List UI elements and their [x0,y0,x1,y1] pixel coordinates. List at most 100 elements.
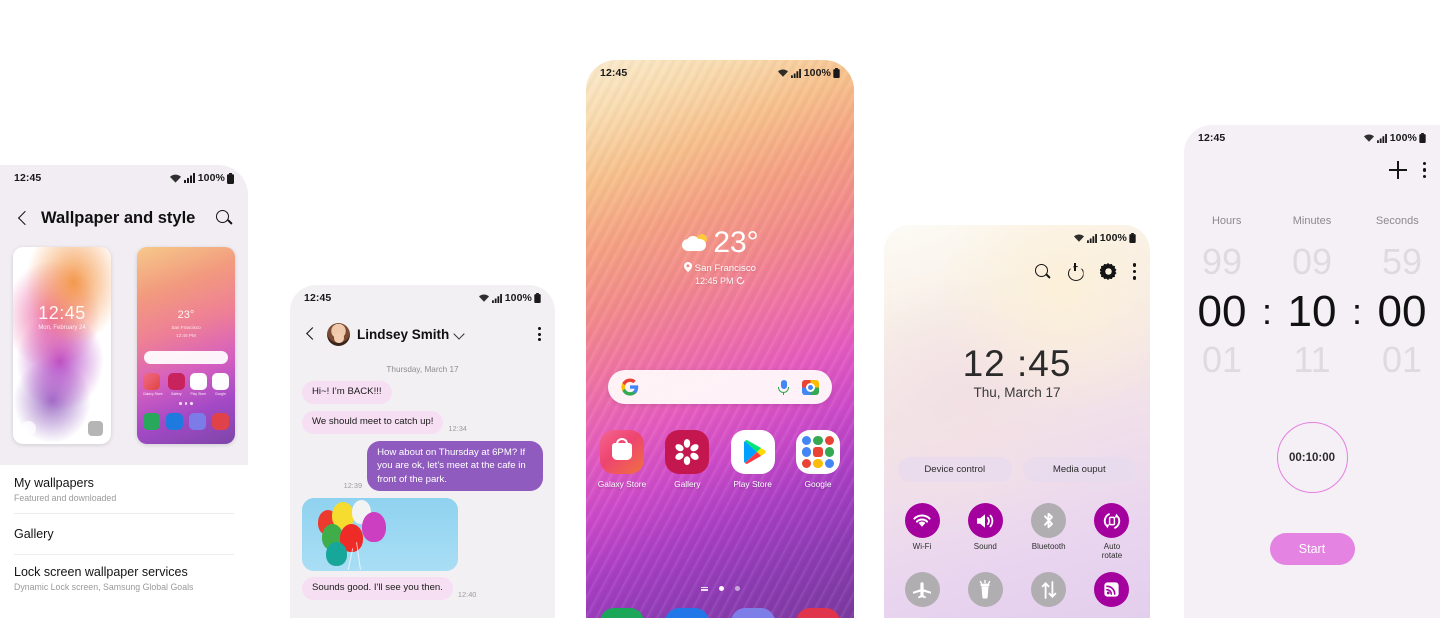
message-bubble-incoming[interactable]: Sounds good. I'll see you then. [302,577,453,601]
app-internet[interactable] [725,608,781,618]
media-output-button[interactable]: Media ouput [1022,457,1136,482]
wheel-prev-seconds: 59 [1381,241,1423,282]
timer-dial-wrapper: 00:10:00 [1184,422,1440,493]
kebab-menu-icon[interactable] [1132,263,1136,280]
toggle-sound[interactable]: Sound [957,503,1013,560]
app-phone[interactable] [594,608,650,618]
app-label: Play Store [733,479,772,489]
toggle-flashlight[interactable] [957,572,1013,607]
app-galaxy-store[interactable]: Galaxy Store [594,430,650,489]
internet-icon [730,608,775,618]
message-timestamp: 12:34 [448,423,467,433]
search-icon[interactable] [1034,263,1051,280]
status-bar: 100% [884,225,1150,251]
weather-location: San Francisco [586,262,854,274]
bluetooth-icon [1031,503,1067,538]
preview-page-dots [137,402,235,405]
back-chevron-icon[interactable] [303,326,319,342]
list-item-subtitle: Dynamic Lock screen, Samsung Global Goal… [14,582,194,592]
timer-wheel-next-row: 01 11 01 [1184,339,1440,381]
status-icons: 100% [1073,232,1136,244]
chevron-down-icon[interactable] [454,329,465,340]
power-icon[interactable] [1067,263,1084,280]
message-bubble-incoming[interactable]: Hi~! I’m BACK!!! [302,381,392,404]
panel-home-screen: 12:45 100% 23° San Francisco 12:45 PM Ga… [586,60,854,618]
panel-timer: 12:45 100% Hours Minutes Seconds 99 09 5… [1184,125,1440,618]
status-icons: 100% [478,292,541,304]
page-dot-active [718,586,724,591]
status-icons: 100% [777,67,840,79]
wifi-icon [1363,134,1374,142]
device-control-button[interactable]: Device control [898,457,1012,482]
app-grid-row: Galaxy Store Gallery Play Store Google [594,430,846,489]
toggle-bluetooth[interactable]: Bluetooth [1021,503,1077,560]
app-label: Google [804,479,832,489]
wheel-hours[interactable]: 00 [1186,287,1258,337]
wheel-separator: : [1351,291,1362,332]
message-bubble-outgoing[interactable]: How about on Thursday at 6PM? If you are… [367,440,543,492]
wifi-icon [777,69,788,77]
app-messages[interactable] [659,608,715,618]
toggle-airplane-mode[interactable] [894,572,950,607]
battery-icon [534,293,541,303]
preview-app-row: Galaxy Store Gallery Play Store Google [143,373,229,396]
google-folder-icon [795,430,840,474]
start-button[interactable]: Start [1269,533,1355,565]
wheel-separator: : [1261,291,1272,332]
status-bar: 12:45 100% [290,285,555,311]
message-image-balloons[interactable] [302,498,458,572]
timer-wheels[interactable]: 99 09 59 00 : 10 : 00 01 11 01 [1184,241,1440,381]
app-gallery[interactable]: Gallery [659,430,715,489]
toggle-hotspot[interactable] [1084,572,1140,607]
home-screen-preview[interactable]: 23° San Francisco 12:45 PM Galaxy Store … [137,247,235,444]
status-bar: 12:45 100% [0,165,248,191]
settings-gear-icon[interactable] [1099,263,1117,280]
preview-phone-shortcut-icon [21,421,36,436]
signal-icon [1086,233,1097,243]
microphone-icon[interactable] [777,379,790,396]
wheel-next-hours: 01 [1201,339,1243,380]
toggle-mobile-data[interactable] [1021,572,1077,607]
status-time: 12:45 [1198,132,1226,144]
timer-actions [1388,161,1426,179]
timer-wheel-previous-row: 99 09 59 [1184,241,1440,283]
google-lens-icon[interactable] [802,379,819,395]
wheel-next-seconds: 01 [1381,339,1423,380]
app-google-folder[interactable]: Google [790,430,846,489]
list-item-my-wallpapers[interactable]: My wallpapers Featured and downloaded [0,465,248,513]
message-row [302,498,543,572]
toggle-auto-rotate[interactable]: Auto rotate [1084,503,1140,560]
app-play-store[interactable]: Play Store [725,430,781,489]
play-store-icon [730,430,775,474]
preview-home-temp: 23° [177,309,195,321]
page-indicator[interactable] [586,586,854,591]
signal-icon [183,173,195,183]
message-bubble-incoming[interactable]: We should meet to catch up! [302,410,444,434]
mobile-data-icon [1031,572,1067,607]
app-camera[interactable] [790,608,846,618]
weather-updated-time: 12:45 PM [586,276,854,286]
google-search-bar[interactable] [608,370,832,404]
timer-start-wrapper: Start [1184,533,1440,565]
auto-rotate-icon [1094,503,1130,538]
conversation-header: Lindsey Smith [290,313,555,355]
wheel-minutes[interactable]: 10 [1276,287,1348,337]
screenshot-stage: 12:45 100% Wallpaper and style 12:45 Mon… [0,0,1440,618]
toggle-wifi[interactable]: Wi-Fi [894,503,950,560]
battery-percent: 100% [803,67,831,79]
back-chevron-icon[interactable] [14,209,32,227]
search-icon[interactable] [214,208,234,228]
kebab-menu-icon[interactable] [538,327,542,341]
lock-screen-preview[interactable]: 12:45 Mon, February 24 [13,247,111,444]
list-item-gallery[interactable]: Gallery [0,513,248,554]
quick-toggle-row-1: Wi-Fi Sound Bluetooth Auto rotate [894,503,1140,560]
wifi-icon [1073,234,1084,242]
plus-icon[interactable] [1388,161,1407,179]
weather-widget[interactable]: 23° San Francisco 12:45 PM [586,226,854,286]
wheel-seconds[interactable]: 00 [1366,287,1438,337]
kebab-menu-icon[interactable] [1422,161,1426,179]
list-item-title: Gallery [14,527,54,541]
list-item-lock-screen-services[interactable]: Lock screen wallpaper services Dynamic L… [0,554,248,602]
timer-dial[interactable]: 00:10:00 [1276,422,1348,493]
battery-icon [833,68,840,78]
